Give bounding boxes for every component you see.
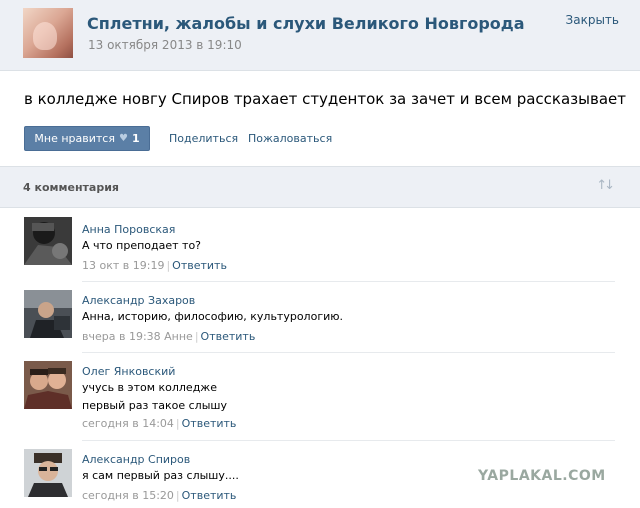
avatar[interactable] bbox=[24, 361, 72, 409]
divider bbox=[82, 352, 615, 353]
comment-meta: сегодня в 15:20 | Ответить bbox=[82, 489, 236, 502]
watermark: YAPLAKAL.COM bbox=[478, 468, 606, 484]
comment-line: А что преподает то? bbox=[82, 239, 202, 252]
comment-author[interactable]: Александр Захаров bbox=[82, 294, 195, 307]
reply-link[interactable]: Ответить bbox=[182, 417, 237, 430]
like-count: 1 bbox=[131, 132, 140, 145]
comment-text: учусь в этом колледже первый раз такое с… bbox=[82, 379, 227, 415]
separator: | bbox=[175, 417, 180, 430]
share-link[interactable]: Поделиться bbox=[169, 132, 238, 145]
comment-time[interactable]: сегодня в 15:20 bbox=[82, 489, 174, 502]
comment-line: первый раз такое слышу bbox=[82, 399, 227, 412]
comment-line: я сам первый раз слышу.... bbox=[82, 469, 239, 482]
like-label: Мне нравится bbox=[34, 132, 115, 145]
comment-text: я сам первый раз слышу.... bbox=[82, 467, 239, 485]
comment-meta: сегодня в 14:04 | Ответить bbox=[82, 417, 236, 430]
separator: | bbox=[166, 259, 171, 272]
post-text: в колледже новгу Спиров трахает студенто… bbox=[24, 90, 626, 108]
comment-time[interactable]: сегодня в 14:04 bbox=[82, 417, 174, 430]
comment-time[interactable]: вчера в 19:38 Анне bbox=[82, 330, 193, 343]
comment-time[interactable]: 13 окт в 19:19 bbox=[82, 259, 164, 272]
post-header: Сплетни, жалобы и слухи Великого Новгоро… bbox=[0, 0, 640, 71]
comment-author[interactable]: Олег Янковский bbox=[82, 365, 175, 378]
reply-link[interactable]: Ответить bbox=[172, 259, 227, 272]
comments-header: 4 комментария ↑↓ bbox=[0, 166, 640, 208]
separator: | bbox=[194, 330, 199, 343]
comment-text: Анна, историю, философию, культурологию. bbox=[82, 308, 343, 326]
reply-link[interactable]: Ответить bbox=[201, 330, 256, 343]
heart-icon: ♥ bbox=[118, 133, 128, 144]
comment-author[interactable]: Анна Поровская bbox=[82, 223, 175, 236]
reply-link[interactable]: Ответить bbox=[182, 489, 237, 502]
complain-link[interactable]: Пожаловаться bbox=[248, 132, 332, 145]
divider bbox=[82, 281, 615, 282]
comment-author[interactable]: Александр Спиров bbox=[82, 453, 190, 466]
avatar[interactable] bbox=[24, 217, 72, 265]
group-title[interactable]: Сплетни, жалобы и слухи Великого Новгоро… bbox=[87, 14, 524, 33]
comments-count: 4 комментария bbox=[23, 181, 119, 194]
avatar[interactable] bbox=[24, 290, 72, 338]
group-avatar[interactable] bbox=[23, 8, 73, 58]
avatar[interactable] bbox=[24, 449, 72, 497]
comment-meta: вчера в 19:38 Анне | Ответить bbox=[82, 330, 255, 343]
comment-line: Анна, историю, философию, культурологию. bbox=[82, 310, 344, 323]
like-button[interactable]: Мне нравится ♥ 1 bbox=[24, 126, 150, 151]
comment-meta: 13 окт в 19:19 | Ответить bbox=[82, 259, 227, 272]
comment-text: А что преподает то? bbox=[82, 237, 201, 255]
divider bbox=[82, 440, 615, 441]
post-date[interactable]: 13 октября 2013 в 19:10 bbox=[88, 38, 242, 52]
sort-icon[interactable]: ↑↓ bbox=[596, 178, 615, 193]
comment-line: учусь в этом колледже bbox=[82, 381, 217, 394]
close-link[interactable]: Закрыть bbox=[566, 13, 619, 27]
separator: | bbox=[175, 489, 180, 502]
